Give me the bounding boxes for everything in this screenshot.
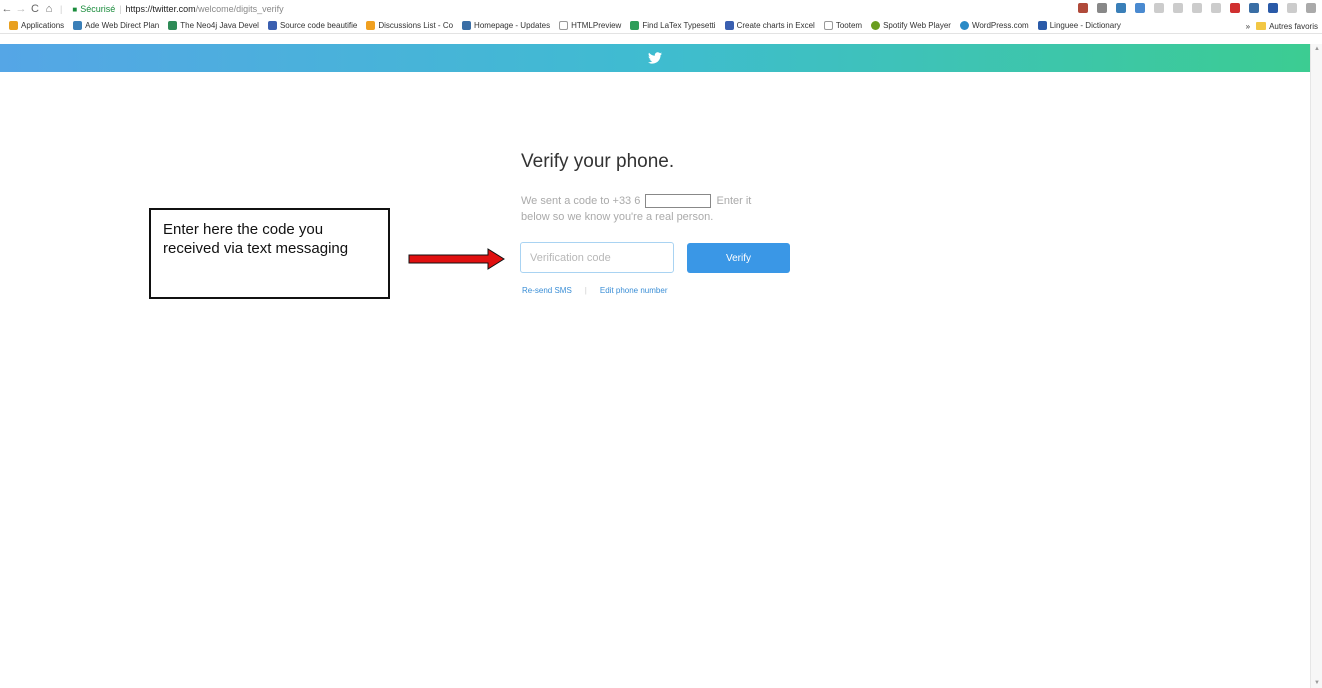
apps-icon	[9, 21, 18, 30]
bookmark-icon	[1037, 21, 1047, 30]
forward-icon[interactable]: →	[14, 3, 28, 15]
other-bookmarks[interactable]: » Autres favoris	[1237, 18, 1318, 33]
bookmark-icon	[168, 21, 178, 30]
annotation-callout: Enter here the code you received via tex…	[149, 208, 390, 299]
page-icon	[823, 21, 833, 30]
extension-icon[interactable]	[1249, 3, 1259, 13]
page-icon	[559, 21, 569, 30]
star-icon[interactable]	[1097, 3, 1107, 13]
bookmark-6[interactable]: HTMLPreview	[559, 21, 621, 30]
bookmark-label: Create charts in Excel	[736, 21, 815, 30]
bookmark-icon	[462, 21, 472, 30]
divider: |	[60, 4, 63, 14]
twitter-header	[0, 44, 1310, 72]
resend-sms-link[interactable]: Re-send SMS	[522, 286, 572, 295]
bookmark-label: Spotify Web Player	[883, 21, 951, 30]
bookmark-11[interactable]: WordPress.com	[959, 21, 1029, 30]
secure-label: Sécurisé	[80, 4, 116, 14]
edit-phone-number-link[interactable]: Edit phone number	[600, 286, 668, 295]
bookmark-label: HTMLPreview	[571, 21, 622, 30]
divider: |	[119, 4, 122, 14]
bookmarks-bar: Applications Ade Web Direct Plan The Neo…	[0, 18, 1322, 34]
url-host: https://twitter.com	[125, 4, 196, 14]
extension-icons	[1078, 3, 1316, 13]
extension-icon[interactable]	[1230, 3, 1240, 13]
bookmark-label: Source code beautifie	[279, 21, 358, 30]
bookmark-icon	[267, 21, 277, 30]
bookmark-label: The Neo4j Java Devel	[180, 21, 259, 30]
bookmark-icon	[630, 21, 640, 30]
folder-icon	[1256, 22, 1267, 30]
scroll-down-icon[interactable]: ▼	[1314, 680, 1320, 686]
home-icon[interactable]: ⌂	[42, 3, 56, 15]
extension-icon[interactable]	[1268, 3, 1278, 13]
lock-icon: ■	[72, 4, 78, 14]
bookmark-label: Ade Web Direct Plan	[85, 21, 160, 30]
verification-description: We sent a code to +33 6 Enter it below s…	[521, 193, 781, 225]
verification-code-input[interactable]	[520, 242, 674, 273]
spotify-icon	[871, 21, 881, 30]
bookmark-8[interactable]: Create charts in Excel	[724, 21, 815, 30]
bookmark-label: Find LaTex Typesetti	[642, 21, 716, 30]
bookmark-0[interactable]: Applications	[9, 21, 64, 30]
bookmark-12[interactable]: Linguee - Dictionary	[1037, 21, 1121, 30]
back-icon[interactable]: ←	[0, 3, 14, 15]
bookmark-7[interactable]: Find LaTex Typesetti	[630, 21, 716, 30]
bookmark-label: Applications	[21, 21, 65, 30]
annotation-arrow-icon	[408, 248, 505, 270]
bookmark-icon	[73, 21, 83, 30]
bookmark-2[interactable]: The Neo4j Java Devel	[168, 21, 259, 30]
verification-links: Re-send SMS | Edit phone number	[522, 286, 667, 295]
url-path: /welcome/digits_verify	[195, 4, 284, 14]
page-scrollbar[interactable]: ▲ ▼	[1310, 44, 1322, 688]
twitter-bird-icon[interactable]	[648, 52, 662, 64]
more-bookmarks-icon[interactable]: »	[1246, 22, 1250, 31]
bookmark-label: Linguee - Dictionary	[1049, 21, 1121, 30]
redacted-phone-number	[645, 194, 712, 209]
verify-button[interactable]: Verify	[687, 243, 790, 273]
bookmark-9[interactable]: Tootem	[823, 21, 863, 30]
bookmark-5[interactable]: Homepage - Updates	[462, 21, 550, 30]
address-bar: ← → C ⌂ | ■ Sécurisé | https://twitter.c…	[0, 0, 1322, 18]
bookmark-10[interactable]: Spotify Web Player	[871, 21, 951, 30]
extension-icon[interactable]	[1192, 3, 1202, 13]
extension-icon[interactable]	[1116, 3, 1126, 13]
bookmark-label: Discussions List - Co	[378, 21, 454, 30]
description-text: We sent a code to +33 6	[521, 195, 641, 207]
url-field[interactable]: https://twitter.com/welcome/digits_verif…	[126, 4, 284, 14]
other-bookmarks-label: Autres favoris	[1269, 21, 1318, 31]
menu-icon[interactable]	[1306, 3, 1316, 13]
extension-icon[interactable]	[1135, 3, 1145, 13]
wordpress-icon	[959, 21, 969, 30]
scroll-up-icon[interactable]: ▲	[1314, 46, 1320, 52]
bookmark-icon	[724, 21, 734, 30]
link-separator: |	[584, 286, 587, 295]
reload-icon[interactable]: C	[28, 3, 42, 15]
bookmark-4[interactable]: Discussions List - Co	[366, 21, 453, 30]
bookmark-icon	[366, 21, 376, 30]
extension-icon[interactable]	[1173, 3, 1183, 13]
extension-icon[interactable]	[1211, 3, 1221, 13]
bookmark-label: Tootem	[835, 21, 863, 30]
bookmark-3[interactable]: Source code beautifie	[267, 21, 358, 30]
bookmark-label: WordPress.com	[971, 21, 1029, 30]
bookmark-1[interactable]: Ade Web Direct Plan	[73, 21, 159, 30]
extension-icon[interactable]	[1287, 3, 1297, 13]
page-title: Verify your phone.	[521, 151, 675, 172]
bookmark-label: Homepage - Updates	[474, 21, 551, 30]
extension-icon[interactable]	[1078, 3, 1088, 13]
extension-icon[interactable]	[1154, 3, 1164, 13]
